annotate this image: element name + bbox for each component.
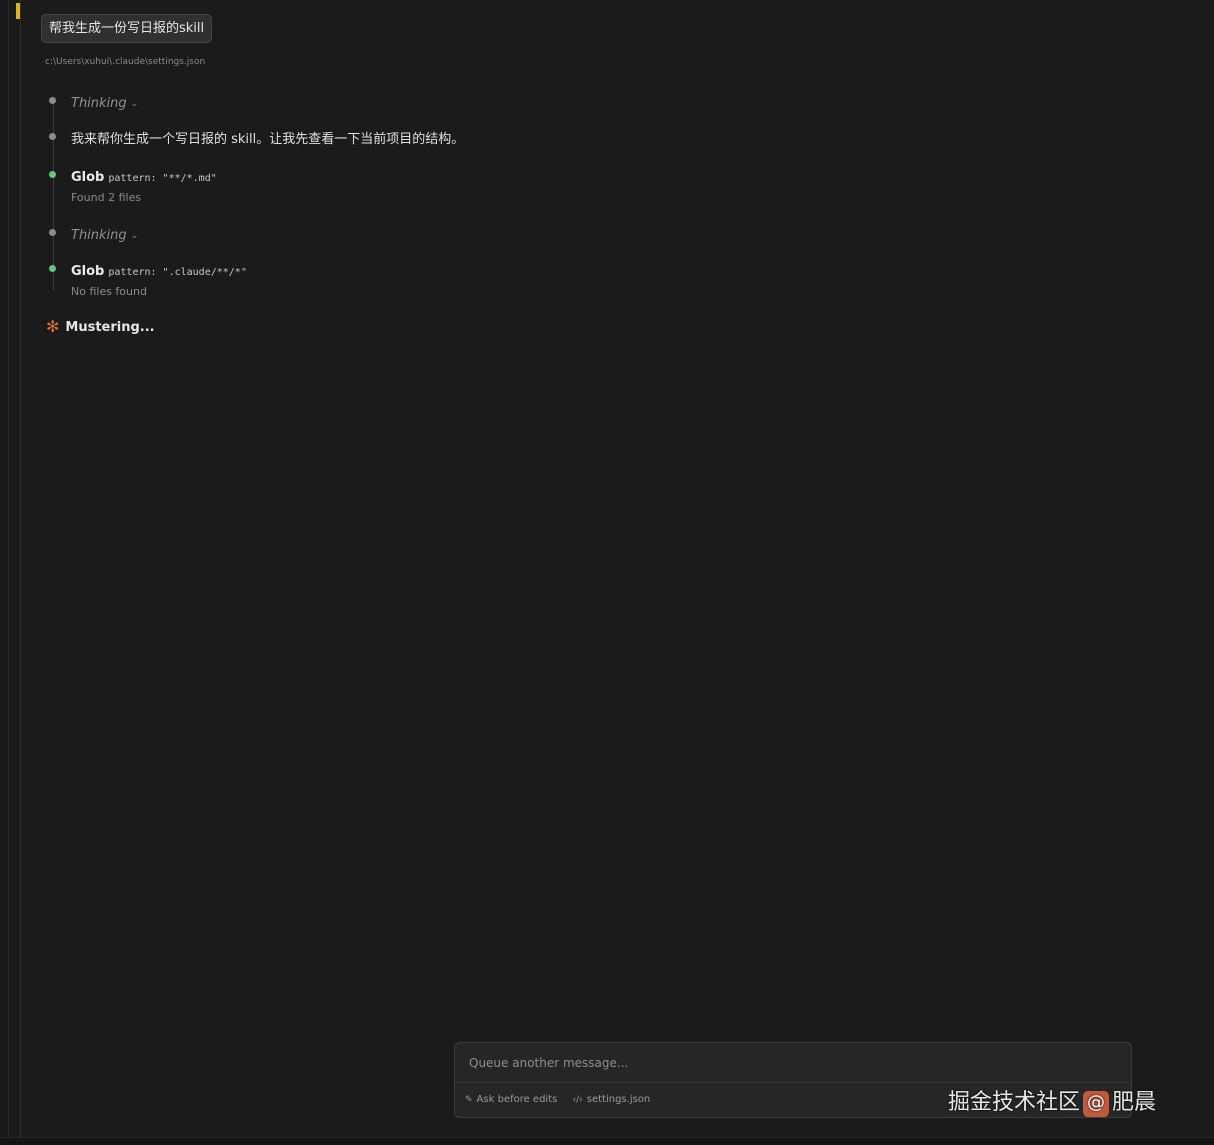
edit-mode-label: Ask before edits — [476, 1094, 558, 1105]
composer-footer: ✎ Ask before edits ‹/› settings.json — [465, 1094, 662, 1105]
chevron-down-icon[interactable]: ⌄ — [131, 99, 139, 109]
tool-result: Found 2 files — [71, 191, 142, 204]
spark-icon: ✻ — [46, 317, 60, 336]
status-dot — [49, 229, 56, 236]
tool-param: pattern: ".claude/**/*" — [108, 267, 247, 278]
message-input[interactable] — [455, 1043, 1131, 1083]
gutter-divider — [20, 0, 21, 1145]
context-file-chip[interactable]: ‹/› settings.json — [573, 1094, 651, 1105]
watermark-author: 肥晨 — [1112, 1090, 1157, 1115]
tool-param: pattern: "**/*.md" — [108, 173, 217, 184]
timeline-line — [53, 100, 54, 290]
success-dot — [49, 171, 56, 178]
code-icon: ‹/› — [572, 1095, 583, 1105]
at-icon: @ — [1083, 1091, 1110, 1117]
pencil-icon: ✎ — [465, 1095, 473, 1105]
activity-strip — [0, 0, 9, 1145]
tool-name: Glob — [71, 264, 105, 279]
chevron-down-icon[interactable]: ⌄ — [131, 231, 139, 241]
success-dot — [49, 265, 56, 272]
thinking-label: Thinking — [71, 228, 127, 243]
status-dot — [49, 97, 56, 104]
user-message-bubble[interactable]: 帮我生成一份写日报的skill — [41, 14, 213, 43]
status-text: Mustering... — [65, 320, 155, 335]
context-file-label: settings.json — [586, 1094, 651, 1105]
thinking-label: Thinking — [71, 96, 127, 111]
working-status: ✻ Mustering... — [46, 316, 155, 336]
active-line-marker — [16, 3, 20, 19]
watermark: 掘金技术社区 @ 肥晨 — [948, 1084, 1156, 1117]
status-dot — [49, 133, 56, 140]
watermark-site: 掘金技术社区 — [948, 1090, 1081, 1115]
claude-code-panel: 帮我生成一份写日报的skill c:\Users\xuhui\.claude\s… — [0, 0, 1214, 1145]
tool-result: No files found — [71, 285, 147, 298]
bottom-edge — [0, 1137, 1214, 1145]
edit-mode-button[interactable]: ✎ Ask before edits — [465, 1094, 557, 1105]
context-file-path[interactable]: c:\Users\xuhui\.claude\settings.json — [45, 57, 205, 67]
assistant-reply-text: 我来帮你生成一个写日报的 skill。让我先查看一下当前项目的结构。 — [71, 132, 465, 147]
tool-name: Glob — [71, 170, 105, 185]
